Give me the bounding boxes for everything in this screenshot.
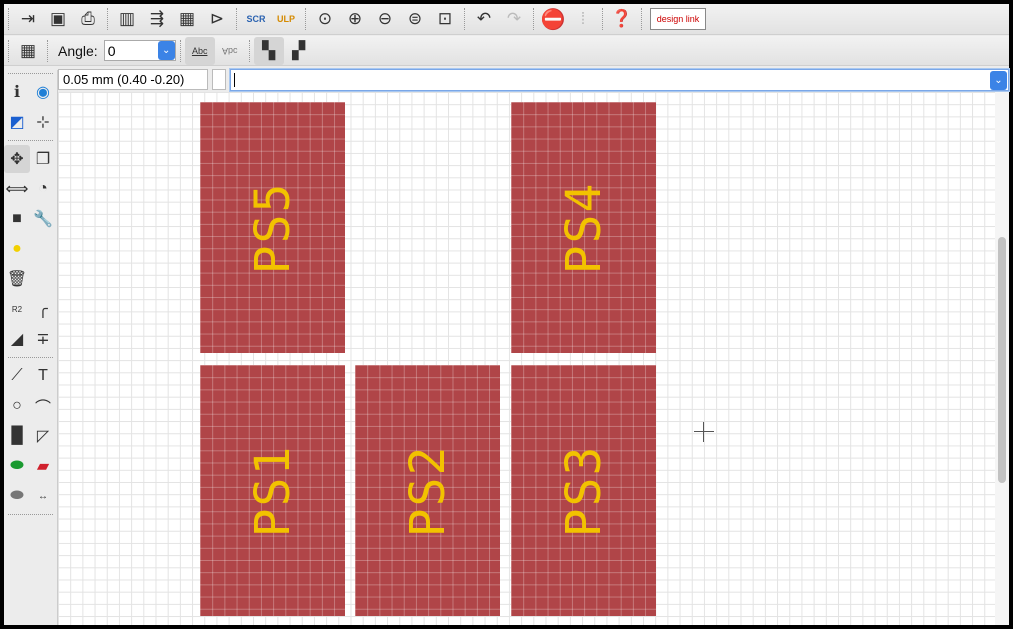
zoom-select-icon[interactable]: ⊡ bbox=[430, 5, 460, 33]
main-toolbar: ⇥ ▣ ⎙ ▥ ⇶ ▦ ⊳ SCR ULP ⊙ ⊕ ⊖ ⊜ ⊡ ↶ ↷ ⛔ ⁞ … bbox=[4, 4, 1009, 35]
pad-icon[interactable]: ⬬ bbox=[4, 482, 30, 510]
use-icon[interactable]: ▦ bbox=[172, 5, 202, 33]
pad-label: PS1 bbox=[244, 444, 301, 537]
pad-label: PS3 bbox=[555, 444, 612, 537]
smd-pad-ps3[interactable]: PS3 bbox=[511, 365, 656, 616]
print-icon[interactable]: ⎙ bbox=[73, 5, 103, 33]
save-icon[interactable]: ▣ bbox=[43, 5, 73, 33]
pad-label: PS4 bbox=[555, 181, 612, 274]
command-row: 0.05 mm (0.40 -0.20) ⌄ bbox=[58, 68, 1009, 91]
cam-icon[interactable]: ⊳ bbox=[202, 5, 232, 33]
pad-label: PS2 bbox=[399, 444, 456, 537]
command-input[interactable]: ⌄ bbox=[230, 68, 1009, 91]
stop-icon[interactable]: ⛔ bbox=[538, 5, 568, 33]
mirror-icon[interactable]: ⟺ bbox=[4, 175, 30, 203]
via-icon[interactable]: ⬬ bbox=[4, 452, 30, 480]
board-schematic-switch-icon[interactable]: ⇶ bbox=[142, 5, 172, 33]
board-canvas[interactable]: PS5 PS4 PS1 PS2 PS3 bbox=[58, 92, 995, 625]
script-button[interactable]: SCR bbox=[241, 5, 271, 33]
tool-palette: ℹ ◉ ◩ ⊹ ✥ ❐ ⟺ ◔ ■ 🔧 ● 🗑 R2 ╭ ◢ ∓ ⟋ T ○ ⌒ █ ◸ ⬬ ▰ ⬬ ↔ bbox=[4, 70, 58, 625]
zoom-out-icon[interactable]: ⊖ bbox=[370, 5, 400, 33]
split-icon[interactable]: ◢ bbox=[4, 325, 30, 353]
polygon-icon[interactable]: ◸ bbox=[30, 422, 56, 450]
zoom-in-icon[interactable]: ⊕ bbox=[340, 5, 370, 33]
miter-icon[interactable]: ╭ bbox=[30, 295, 56, 323]
eagle-editor-window: ⇥ ▣ ⎙ ▥ ⇶ ▦ ⊳ SCR ULP ⊙ ⊕ ⊖ ⊜ ⊡ ↶ ↷ ⛔ ⁞ … bbox=[4, 4, 1009, 625]
chevron-down-icon[interactable]: ⌄ bbox=[157, 41, 175, 60]
grid-icon[interactable]: ▦ bbox=[13, 37, 43, 65]
smd-pad-ps4[interactable]: PS4 bbox=[511, 102, 656, 353]
smd-icon[interactable]: ▰ bbox=[30, 452, 56, 480]
rectangle-icon[interactable]: █ bbox=[4, 422, 30, 450]
show-icon[interactable]: ◉ bbox=[30, 78, 56, 106]
smd-pad-ps5[interactable]: PS5 bbox=[200, 102, 345, 353]
scrollbar-thumb[interactable] bbox=[998, 237, 1006, 483]
help-icon[interactable]: ❓ bbox=[607, 5, 637, 33]
group-icon[interactable]: ■ bbox=[4, 205, 30, 233]
change-icon[interactable]: 🔧 bbox=[30, 205, 56, 233]
move-icon[interactable]: ✥ bbox=[4, 145, 30, 173]
library-icon[interactable]: ▥ bbox=[112, 5, 142, 33]
ulp-button[interactable]: ULP bbox=[271, 5, 301, 33]
text-mirrored-button[interactable]: Abc bbox=[215, 37, 245, 65]
angle-select[interactable]: 0 ⌄ bbox=[103, 40, 176, 61]
designlink-button[interactable]: design link bbox=[650, 8, 706, 30]
optimize-icon[interactable]: ∓ bbox=[30, 325, 56, 353]
delete-icon[interactable]: 🗑 bbox=[4, 265, 30, 293]
status-box bbox=[212, 69, 226, 90]
zoom-fit-icon[interactable]: ⊙ bbox=[310, 5, 340, 33]
parameter-toolbar: ▦ Angle: 0 ⌄ Abc Abc ▚ ▞ bbox=[4, 36, 1009, 66]
open-icon[interactable]: ⇥ bbox=[13, 5, 43, 33]
align-full-icon[interactable]: ▚ bbox=[253, 36, 284, 65]
angle-label: Angle: bbox=[58, 42, 98, 59]
display-layers-icon[interactable]: ◩ bbox=[4, 108, 30, 136]
text-icon[interactable]: T bbox=[30, 362, 56, 390]
text-normal-button[interactable]: Abc bbox=[184, 36, 215, 65]
redo-icon[interactable]: ↷ bbox=[499, 5, 529, 33]
chevron-down-icon[interactable]: ⌄ bbox=[990, 70, 1007, 90]
arc-icon[interactable]: ⌒ bbox=[30, 392, 56, 420]
go-icon[interactable]: ⁞ bbox=[568, 5, 598, 33]
smd-pad-ps2[interactable]: PS2 bbox=[355, 365, 500, 616]
paste-via-icon[interactable]: ● bbox=[4, 235, 30, 263]
undo-icon[interactable]: ↶ bbox=[469, 5, 499, 33]
circle-icon[interactable]: ○ bbox=[4, 392, 30, 420]
name-value-icon[interactable]: R2 bbox=[4, 295, 30, 323]
grid-coordinate-display: 0.05 mm (0.40 -0.20) bbox=[58, 69, 208, 90]
vertical-scrollbar[interactable] bbox=[995, 92, 1009, 625]
dimension-icon[interactable]: ↔ bbox=[30, 482, 56, 510]
wire-icon[interactable]: ⟋ bbox=[4, 362, 30, 390]
info-icon[interactable]: ℹ bbox=[4, 78, 30, 106]
copy-icon[interactable]: ❐ bbox=[30, 145, 56, 173]
angle-value: 0 bbox=[107, 42, 116, 59]
zoom-redraw-icon[interactable]: ⊜ bbox=[400, 5, 430, 33]
align-partial-icon[interactable]: ▞ bbox=[284, 37, 314, 65]
crosshair-cursor bbox=[694, 422, 714, 442]
mark-icon[interactable]: ⊹ bbox=[30, 108, 56, 136]
rotate-icon[interactable]: ◔ bbox=[30, 175, 56, 203]
pad-label: PS5 bbox=[244, 181, 301, 274]
smd-pad-ps1[interactable]: PS1 bbox=[200, 365, 345, 616]
